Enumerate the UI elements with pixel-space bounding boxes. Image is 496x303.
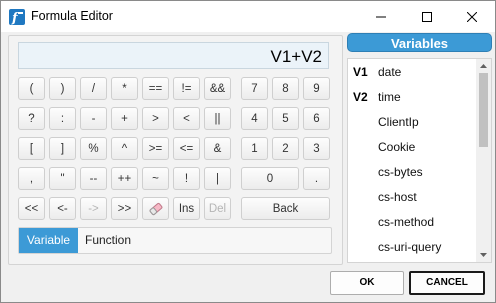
title-bar: f Formula Editor: [1, 1, 495, 32]
eraser-icon: [149, 202, 162, 215]
variables-header: Variables: [347, 33, 492, 52]
window-title: Formula Editor: [31, 9, 113, 23]
key-digit-1[interactable]: 1: [241, 137, 268, 160]
variable-item[interactable]: cs-bytes: [348, 160, 476, 185]
variable-tag: V1: [353, 65, 368, 79]
key-insert[interactable]: Ins: [173, 197, 200, 220]
key-greater[interactable]: >: [142, 107, 169, 130]
key-move-left[interactable]: <-: [49, 197, 76, 220]
key-question[interactable]: ?: [18, 107, 45, 130]
tab-function[interactable]: Function: [85, 228, 131, 253]
key-equals[interactable]: ==: [142, 77, 169, 100]
key-comma[interactable]: ,: [18, 167, 45, 190]
key-close-bracket[interactable]: ]: [49, 137, 76, 160]
key-plus[interactable]: +: [111, 107, 138, 130]
variable-name: Cookie: [378, 140, 416, 154]
tab-variable[interactable]: Variable: [19, 228, 78, 253]
key-digit-6[interactable]: 6: [303, 107, 330, 130]
key-move-start[interactable]: <<: [18, 197, 45, 220]
key-digit-0[interactable]: 0: [241, 167, 299, 190]
key-divide[interactable]: /: [80, 77, 107, 100]
variable-item[interactable]: V2 time: [348, 85, 476, 110]
key-bitwise-or[interactable]: |: [204, 167, 231, 190]
key-decrement[interactable]: --: [80, 167, 107, 190]
maximize-button[interactable]: [404, 1, 450, 32]
close-icon: [467, 11, 477, 22]
variable-item[interactable]: cs-method: [348, 210, 476, 235]
scroll-down-icon[interactable]: [479, 251, 488, 259]
cancel-button[interactable]: CANCEL: [409, 271, 485, 295]
variable-name: ClientIp: [378, 115, 419, 129]
key-not-equals[interactable]: !=: [173, 77, 200, 100]
mode-bar: Variable Function: [18, 227, 332, 254]
key-move-end[interactable]: >>: [111, 197, 138, 220]
variable-name: cs-bytes: [378, 165, 423, 179]
key-open-paren[interactable]: (: [18, 77, 45, 100]
key-logical-or[interactable]: ||: [204, 107, 231, 130]
variable-name: cs-host: [378, 190, 417, 204]
variables-list-panel: V1 date V2 time ClientIp Cookie cs-bytes cs-hos…: [347, 58, 492, 263]
variable-item[interactable]: ClientIp: [348, 110, 476, 135]
variable-item[interactable]: Cookie: [348, 135, 476, 160]
variable-item[interactable]: cs-host: [348, 185, 476, 210]
close-button[interactable]: [449, 1, 495, 32]
key-tilde[interactable]: ~: [142, 167, 169, 190]
key-modulo[interactable]: %: [80, 137, 107, 160]
key-minus[interactable]: -: [80, 107, 107, 130]
maximize-icon: [422, 11, 432, 22]
key-move-right[interactable]: ->: [80, 197, 107, 220]
key-colon[interactable]: :: [49, 107, 76, 130]
keypad-panel: V1+V2 () / * == != && 7 8 9?: - + > < || 4 5 6 []% ^ >= <= & 1…: [8, 35, 343, 265]
key-digit-8[interactable]: 8: [272, 77, 299, 100]
key-digit-3[interactable]: 3: [303, 137, 330, 160]
key-greater-equal[interactable]: >=: [142, 137, 169, 160]
key-caret[interactable]: ^: [111, 137, 138, 160]
key-logical-and[interactable]: &&: [204, 77, 231, 100]
variable-name: date: [378, 65, 402, 79]
key-digit-2[interactable]: 2: [272, 137, 299, 160]
variables-scrollbar[interactable]: [476, 59, 491, 262]
key-multiply[interactable]: *: [111, 77, 138, 100]
key-close-paren[interactable]: ): [49, 77, 76, 100]
formula-icon: f: [9, 9, 25, 26]
key-digit-5[interactable]: 5: [272, 107, 299, 130]
key-backspace[interactable]: Back: [241, 197, 330, 220]
key-digit-9[interactable]: 9: [303, 77, 330, 100]
variable-item[interactable]: V1 date: [348, 60, 476, 85]
variable-name: time: [378, 90, 401, 104]
variable-name: cs-uri-query: [378, 240, 442, 254]
formula-display[interactable]: V1+V2: [18, 42, 329, 69]
minimize-button[interactable]: [358, 1, 404, 32]
ok-button[interactable]: OK: [330, 271, 404, 295]
key-open-bracket[interactable]: [: [18, 137, 45, 160]
key-less-equal[interactable]: <=: [173, 137, 200, 160]
key-digit-4[interactable]: 4: [241, 107, 268, 130]
formula-editor-window: f Formula Editor V1+V2 () / * == != && 7 8 9?: - +…: [0, 0, 496, 303]
scroll-thumb[interactable]: [479, 73, 488, 147]
key-less[interactable]: <: [173, 107, 200, 130]
minimize-icon: [376, 16, 386, 17]
key-delete[interactable]: Del: [204, 197, 231, 220]
scroll-up-icon[interactable]: [479, 62, 488, 70]
key-digit-7[interactable]: 7: [241, 77, 268, 100]
key-not[interactable]: !: [173, 167, 200, 190]
key-bitwise-and[interactable]: &: [204, 137, 231, 160]
variable-item[interactable]: cs-uri-query: [348, 235, 476, 260]
variable-tag: V2: [353, 90, 368, 104]
key-increment[interactable]: ++: [111, 167, 138, 190]
variable-name: cs-method: [378, 215, 435, 229]
key-decimal[interactable]: .: [303, 167, 330, 190]
key-quote[interactable]: ": [49, 167, 76, 190]
variables-list: V1 date V2 time ClientIp Cookie cs-bytes cs-hos…: [348, 59, 476, 262]
eraser-button[interactable]: [142, 197, 169, 220]
